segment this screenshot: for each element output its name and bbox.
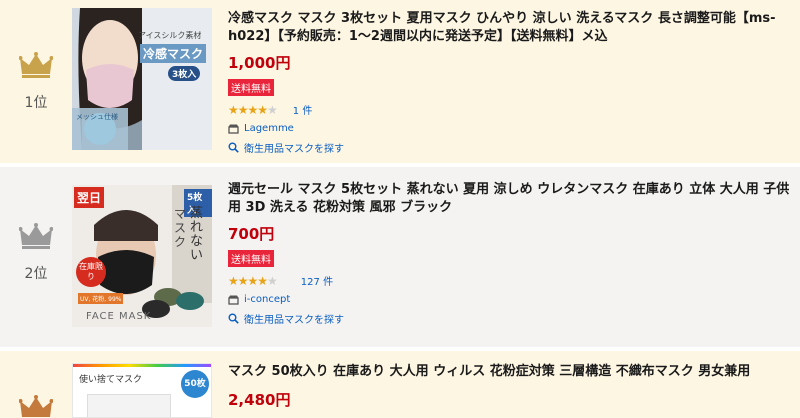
search-icon [228, 142, 239, 153]
image-caption: FACE MASK [86, 311, 152, 322]
rating-line: ★★★★★ 127 件 [228, 273, 794, 289]
star-rating: ★★★★★ [228, 273, 278, 288]
search-line: 衛生用品マスクを探す [228, 140, 794, 155]
image-caption: 50枚 [181, 370, 209, 398]
rainbow-strip [73, 364, 211, 367]
shop-name-link[interactable]: i-concept [244, 294, 290, 305]
shop-line: i-concept [228, 294, 794, 305]
image-caption: マスク [174, 207, 187, 249]
image-caption: 在庫限り [76, 257, 106, 287]
free-shipping-badge: 送料無料 [228, 250, 274, 267]
crown-bronze-icon [19, 395, 53, 417]
free-shipping-badge: 送料無料 [228, 79, 274, 96]
rank-badge-1: 1位 [0, 52, 72, 112]
crown-silver-icon [19, 223, 53, 249]
rank-label: 1位 [24, 95, 48, 111]
review-count-link[interactable]: 1 件 [293, 102, 313, 117]
product-image-1[interactable]: アイスシルク素材 冷感マスク 3枚入 メッシュ仕様 [72, 8, 212, 150]
rank-label: 2位 [24, 266, 48, 282]
search-line: 衛生用品マスクを探す [228, 311, 794, 326]
product-title-link[interactable]: 週元セール マスク 5枚セット 蒸れない 夏用 涼しめ ウレタンマスク 在庫あり… [228, 181, 794, 217]
image-caption: メッシュ仕様 [76, 113, 118, 121]
product-info-2: 週元セール マスク 5枚セット 蒸れない 夏用 涼しめ ウレタンマスク 在庫あり… [228, 181, 794, 326]
ranking-row-1: 1位 アイスシルク素材 冷感マスク 3枚入 メッシュ仕様 冷感マスク マスク 3… [0, 0, 800, 163]
rank-badge-2: 2位 [0, 223, 72, 283]
product-price: 700円 [228, 225, 275, 243]
image-caption: アイスシルク素材 [138, 31, 202, 40]
rank-badge-3 [0, 395, 72, 418]
shop-icon [228, 295, 239, 305]
shop-name-link[interactable]: Lagemme [244, 123, 294, 134]
product-image-3[interactable]: 使い捨てマスク 50枚 [72, 363, 212, 418]
review-count-link[interactable]: 127 件 [301, 273, 333, 288]
product-info-1: 冷感マスク マスク 3枚セット 夏用マスク ひんやり 涼しい 洗えるマスク 長さ… [228, 10, 794, 155]
category-search-link[interactable]: 衛生用品マスクを探す [244, 140, 344, 155]
image-caption: 翌日 [74, 187, 105, 208]
product-title-link[interactable]: 冷感マスク マスク 3枚セット 夏用マスク ひんやり 涼しい 洗えるマスク 長さ… [228, 10, 794, 46]
image-caption: 冷感マスク [140, 44, 207, 63]
image-caption: 蒸れない [190, 206, 204, 263]
ranking-row-2: 2位 翌日 5枚入 蒸れない マスク 在庫限り UV, 花粉, 99% FACE… [0, 167, 800, 347]
mask-illustration [87, 394, 171, 417]
crown-gold-icon [19, 52, 53, 78]
category-search-link[interactable]: 衛生用品マスクを探す [244, 311, 344, 326]
rating-line: ★★★★★ 1 件 [228, 102, 794, 118]
ranking-row-3: 使い捨てマスク 50枚 マスク 50枚入り 在庫あり 大人用 ウィルス 花粉症対… [0, 351, 800, 418]
star-rating: ★★★★★ [228, 102, 278, 117]
product-title-link[interactable]: マスク 50枚入り 在庫あり 大人用 ウィルス 花粉症対策 三層構造 不織布マス… [228, 363, 794, 381]
shop-line: Lagemme [228, 123, 794, 134]
image-caption: 使い捨てマスク [79, 375, 143, 385]
shop-icon [228, 124, 239, 134]
search-icon [228, 313, 239, 324]
image-caption: UV, 花粉, 99% [78, 293, 124, 304]
product-image-2[interactable]: 翌日 5枚入 蒸れない マスク 在庫限り UV, 花粉, 99% FACE MA… [72, 185, 212, 327]
product-price: 2,480円 [228, 391, 291, 409]
image-caption: 3枚入 [168, 66, 201, 81]
product-info-3: マスク 50枚入り 在庫あり 大人用 ウィルス 花粉症対策 三層構造 不織布マス… [228, 363, 794, 410]
product-price: 1,000円 [228, 54, 291, 72]
